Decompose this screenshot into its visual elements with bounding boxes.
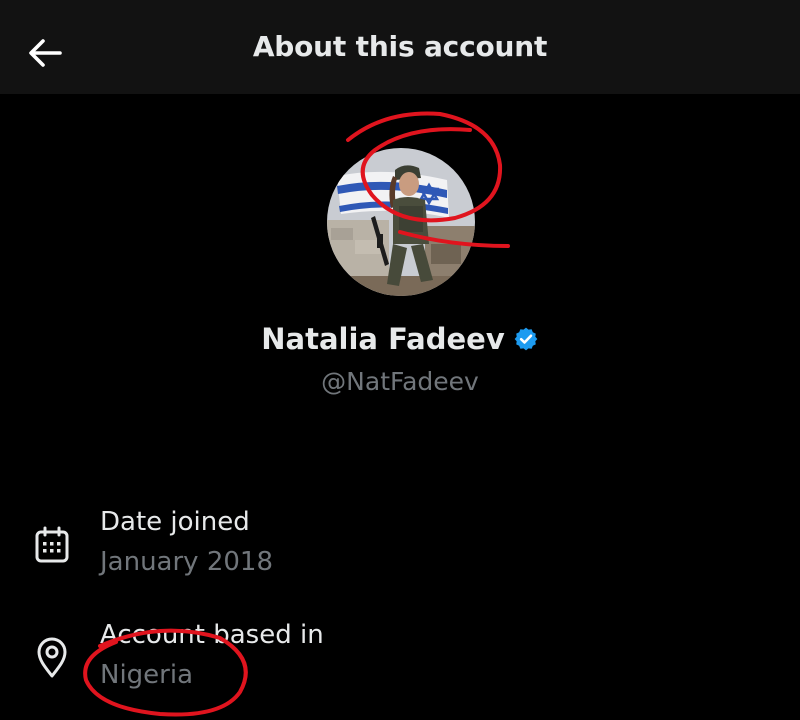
date-joined-label: Date joined [100, 507, 250, 537]
username-handle: @NatFadeev [321, 367, 479, 396]
account-based-in-row: Account based in Nigeria [0, 618, 800, 698]
calendar-icon [30, 523, 74, 567]
profile-avatar[interactable] [327, 148, 475, 296]
page-title: About this account [252, 30, 548, 63]
red-annotation-overlay [83, 111, 510, 717]
display-name: Natalia Fadeev [261, 322, 505, 356]
based-in-value: Nigeria [100, 660, 194, 690]
verified-badge-icon [514, 327, 538, 351]
based-in-label: Account based in [100, 620, 324, 650]
date-joined-row: Date joined January 2018 [0, 505, 800, 585]
location-pin-icon [30, 636, 74, 680]
avatar-image [327, 148, 475, 296]
name-row: Natalia Fadeev [0, 322, 800, 356]
header-bar: About this account [0, 0, 800, 94]
date-joined-value: January 2018 [100, 547, 273, 577]
